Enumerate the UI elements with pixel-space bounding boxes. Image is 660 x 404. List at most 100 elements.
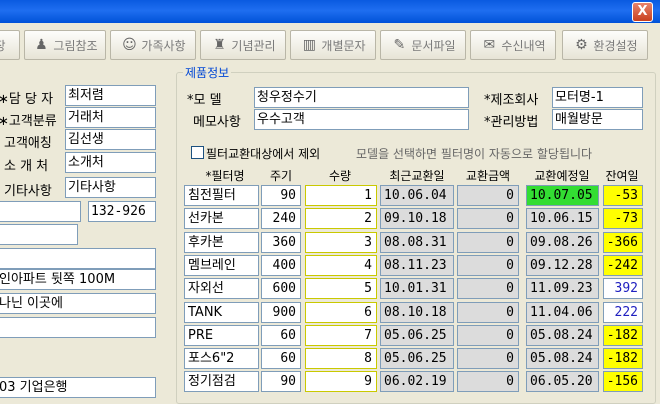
filter-cycle-cell[interactable]: 90: [261, 371, 301, 393]
close-button[interactable]: X: [632, 2, 653, 22]
memo-field[interactable]: 우수고객: [254, 109, 469, 130]
filter-cycle-cell[interactable]: 400: [261, 254, 301, 276]
toolbar-button-sms[interactable]: ▥ 개별문자: [290, 30, 376, 60]
filter-next-date-cell[interactable]: 11.04.06: [526, 301, 599, 323]
postal-code-field[interactable]: 132-926: [88, 201, 156, 222]
maker-field[interactable]: 모터명-1: [552, 87, 643, 108]
filter-name-cell[interactable]: PRE: [184, 324, 259, 346]
filter-name-cell[interactable]: 포스6"2: [184, 348, 259, 370]
mgmt-method-field[interactable]: 매월방문: [552, 109, 643, 130]
filter-qty-cell[interactable]: 2: [305, 208, 377, 230]
celebration-icon: ♜: [213, 37, 226, 53]
referrer-field[interactable]: 소개처: [65, 152, 156, 173]
filter-amount-cell[interactable]: 0: [457, 371, 519, 393]
filter-name-cell[interactable]: 정기점검: [184, 371, 259, 393]
filter-name-cell[interactable]: 자외선: [184, 278, 259, 300]
toolbar-label-documents: 문서파일: [411, 38, 456, 53]
filter-next-date-cell[interactable]: 10.07.05: [526, 185, 599, 206]
filter-next-date-cell[interactable]: 05.08.24: [526, 324, 599, 346]
toolbar-button-settings[interactable]: ⚙ 환경설정: [562, 30, 648, 60]
filter-remain-cell[interactable]: -182: [603, 348, 643, 370]
etc-field[interactable]: 기타사항: [65, 177, 156, 198]
filter-cycle-cell[interactable]: 900: [261, 301, 301, 323]
address-detail-3-field[interactable]: [0, 317, 156, 338]
filter-qty-cell[interactable]: 6: [305, 301, 377, 323]
phone-field[interactable]: [0, 201, 81, 222]
model-field[interactable]: 청우정수기: [254, 87, 469, 108]
filter-last-date-cell[interactable]: 09.10.18: [380, 208, 454, 230]
exclude-filter-checkbox[interactable]: [191, 146, 204, 159]
filter-next-date-cell[interactable]: 09.08.26: [526, 231, 599, 253]
filter-cycle-cell[interactable]: 240: [261, 208, 301, 230]
filter-qty-cell[interactable]: 4: [305, 254, 377, 276]
filter-name-cell[interactable]: 침전필터: [184, 185, 259, 206]
toolbar-button-image-ref[interactable]: ♟ 그림참조: [24, 30, 106, 60]
filter-amount-cell[interactable]: 0: [457, 348, 519, 370]
filter-next-date-cell[interactable]: 06.05.20: [526, 371, 599, 393]
address-line-field[interactable]: [0, 248, 156, 269]
exclude-filter-label: 필터교환대상에서 제외: [206, 147, 321, 161]
filter-amount-cell[interactable]: 0: [457, 231, 519, 253]
filter-last-date-cell[interactable]: 10.01.31: [380, 278, 454, 300]
filter-next-date-cell[interactable]: 10.06.15: [526, 208, 599, 230]
filter-last-date-cell[interactable]: 05.06.25: [380, 348, 454, 370]
filter-remain-cell[interactable]: -366: [603, 231, 643, 253]
filter-last-date-cell[interactable]: 06.02.19: [380, 371, 454, 393]
toolbar-button-received[interactable]: ✉ 수신내역: [470, 30, 556, 60]
filter-remain-cell[interactable]: 392: [603, 278, 643, 300]
filter-cycle-cell[interactable]: 90: [261, 185, 301, 206]
filter-name-cell[interactable]: TANK: [184, 301, 259, 323]
family-icon: ☺: [122, 37, 137, 53]
filter-qty-cell[interactable]: 5: [305, 278, 377, 300]
filter-amount-cell[interactable]: 0: [457, 208, 519, 230]
filter-remain-cell[interactable]: -242: [603, 254, 643, 276]
bank-field[interactable]: 03 기업은행: [0, 377, 156, 398]
filter-next-date-cell[interactable]: 11.09.23: [526, 278, 599, 300]
filter-amount-cell[interactable]: 0: [457, 185, 519, 206]
filter-cycle-cell[interactable]: 60: [261, 348, 301, 370]
toolbar-label-anniversary: 기념관리: [231, 38, 276, 53]
nickname-field[interactable]: 김선생: [65, 129, 156, 150]
toolbar-label-sms: 개별문자: [321, 38, 366, 53]
filter-last-date-cell[interactable]: 08.11.23: [380, 254, 454, 276]
address-detail-2-field[interactable]: 나닌 이곳에: [0, 293, 156, 314]
filter-cycle-cell[interactable]: 60: [261, 324, 301, 346]
filter-remain-cell[interactable]: -73: [603, 208, 643, 230]
filter-remain-cell[interactable]: -53: [603, 185, 643, 206]
address-detail-1-field[interactable]: 인아파트 뒷쪽 100M: [0, 269, 156, 290]
toolbar-button-documents[interactable]: ✎ 문서파일: [380, 30, 466, 60]
header-last-date: 최근교환일: [389, 169, 445, 183]
filter-amount-cell[interactable]: 0: [457, 254, 519, 276]
filter-last-date-cell[interactable]: 08.08.31: [380, 231, 454, 253]
filter-remain-cell[interactable]: 222: [603, 301, 643, 323]
customer-class-field[interactable]: 거래처: [65, 107, 156, 128]
filter-last-date-cell[interactable]: 05.06.25: [380, 324, 454, 346]
filter-amount-cell[interactable]: 0: [457, 324, 519, 346]
filter-cycle-cell[interactable]: 360: [261, 231, 301, 253]
filter-amount-cell[interactable]: 0: [457, 301, 519, 323]
filter-next-date-cell[interactable]: 09.12.28: [526, 254, 599, 276]
filter-cycle-cell[interactable]: 600: [261, 278, 301, 300]
document-icon: ✎: [393, 37, 406, 53]
toolbar-button-family[interactable]: ☺ 가족사항: [110, 30, 196, 60]
filter-remain-cell[interactable]: -156: [603, 371, 643, 393]
filter-last-date-cell[interactable]: 08.10.18: [380, 301, 454, 323]
filter-qty-cell[interactable]: 3: [305, 231, 377, 253]
filter-remain-cell[interactable]: -182: [603, 324, 643, 346]
filter-qty-cell[interactable]: 7: [305, 324, 377, 346]
toolbar-button-partial[interactable]: 장: [0, 30, 20, 60]
filter-qty-cell[interactable]: 1: [305, 185, 377, 206]
toolbar-label-received: 수신내역: [501, 38, 546, 53]
filter-amount-cell[interactable]: 0: [457, 278, 519, 300]
toolbar-button-anniversary[interactable]: ♜ 기념관리: [200, 30, 286, 60]
filter-next-date-cell[interactable]: 05.08.24: [526, 348, 599, 370]
extra-field[interactable]: [0, 224, 78, 245]
manager-field[interactable]: 최저렴: [65, 85, 156, 106]
filter-name-cell[interactable]: 멤브레인: [184, 254, 259, 276]
header-remain: 잔여일: [605, 169, 639, 183]
filter-qty-cell[interactable]: 9: [305, 371, 377, 393]
filter-qty-cell[interactable]: 8: [305, 348, 377, 370]
filter-name-cell[interactable]: 선카본: [184, 208, 259, 230]
filter-name-cell[interactable]: 후카본: [184, 231, 259, 253]
filter-last-date-cell[interactable]: 10.06.04: [380, 185, 454, 206]
